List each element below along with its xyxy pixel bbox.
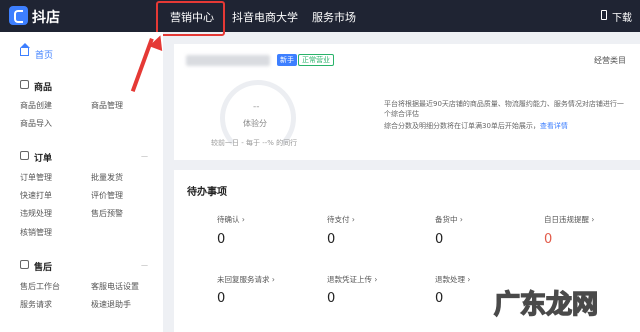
sidebar-item-product-create[interactable]: 商品创建: [20, 100, 52, 111]
score-description: 平台将根据最近90天店铺的商品质量、物流履约能力、服务情况对店铺进行一: [384, 100, 624, 108]
experience-score-value: --: [253, 102, 260, 112]
download-link[interactable]: 下载: [612, 9, 632, 24]
doudian-logo-icon: [9, 6, 28, 25]
sidebar-item-review-manage[interactable]: 评价管理: [91, 190, 123, 201]
app-name: 抖店: [32, 10, 60, 26]
todo-item-value[interactable]: 0: [217, 232, 225, 247]
todo-title: 待办事项: [187, 187, 227, 198]
score-display-text: 综合分数及明细分数将在订单满30单后开始展示，: [384, 122, 540, 130]
todo-item-value[interactable]: 0: [327, 291, 335, 306]
sidebar-item-batch-ship[interactable]: 批量发货: [91, 172, 123, 183]
todo-item-label[interactable]: 退款凭证上传 ›: [327, 274, 377, 285]
todo-item-value[interactable]: 0: [327, 232, 335, 247]
sidebar-item-phone-settings[interactable]: 客服电话设置: [91, 281, 139, 292]
score-display-note: 综合分数及明细分数将在订单满30单后开始展示，查看详情: [384, 121, 568, 131]
nav-ecommerce-university[interactable]: 抖音电商大学: [232, 9, 298, 25]
collapse-icon[interactable]: —: [141, 261, 148, 269]
experience-score-label: 体验分: [243, 119, 267, 128]
product-icon: [20, 80, 29, 89]
todo-item-label[interactable]: 待支付 ›: [327, 214, 355, 225]
score-description-cont: 个综合评估: [384, 110, 419, 118]
todo-item-label[interactable]: 备货中 ›: [435, 214, 463, 225]
todo-item-label[interactable]: 未回复服务请求 ›: [217, 274, 275, 285]
todo-item-value[interactable]: 0: [544, 232, 552, 247]
business-category-link[interactable]: 经营类目: [594, 55, 626, 66]
sidebar-item-aftersale-workbench[interactable]: 售后工作台: [20, 281, 60, 292]
sidebar-section-products[interactable]: 商品: [34, 80, 52, 93]
top-bar: 抖店 营销中心 抖音电商大学 服务市场 下载: [0, 0, 640, 32]
sidebar-item-violation[interactable]: 违规处理: [20, 208, 52, 219]
todo-item-value[interactable]: 0: [217, 291, 225, 306]
aftersale-icon: [20, 260, 29, 269]
todo-item-label[interactable]: 退款处理 ›: [435, 274, 470, 285]
sidebar-item-verification[interactable]: 核销管理: [20, 227, 52, 238]
order-icon: [20, 151, 29, 160]
sidebar-item-aftersale-alert[interactable]: 售后预警: [91, 208, 123, 219]
status-badge: 正常营业: [298, 54, 334, 66]
todo-item-value[interactable]: 0: [435, 232, 443, 247]
sidebar-section-orders[interactable]: 订单: [34, 151, 52, 164]
new-badge: 新手: [277, 54, 297, 66]
sidebar-item-product-manage[interactable]: 商品管理: [91, 100, 123, 111]
view-details-link[interactable]: 查看详情: [540, 122, 568, 130]
todo-item-label[interactable]: 待确认 ›: [217, 214, 245, 225]
phone-icon: [601, 10, 607, 20]
score-comparison: 较前一日 - 每于 --% 的同行: [211, 139, 298, 147]
sidebar-item-product-import[interactable]: 商品导入: [20, 118, 52, 129]
sidebar-item-service-request[interactable]: 服务请求: [20, 299, 52, 310]
sidebar-item-order-manage[interactable]: 订单管理: [20, 172, 52, 183]
sidebar-item-quick-print[interactable]: 快速打单: [20, 190, 52, 201]
sidebar-item-home[interactable]: 首页: [35, 48, 53, 61]
highlight-box: [156, 1, 225, 36]
store-name-redacted: [186, 55, 270, 66]
sidebar-section-aftersale[interactable]: 售后: [34, 260, 52, 273]
watermark: 广东龙网: [493, 289, 599, 321]
todo-item-value[interactable]: 0: [435, 291, 443, 306]
home-icon: [20, 43, 30, 56]
nav-service-market[interactable]: 服务市场: [312, 9, 356, 25]
sidebar-item-fast-refund[interactable]: 极速退助手: [91, 299, 131, 310]
collapse-icon[interactable]: —: [141, 152, 148, 160]
todo-item-label[interactable]: 自日违规提醒 ›: [544, 214, 594, 225]
